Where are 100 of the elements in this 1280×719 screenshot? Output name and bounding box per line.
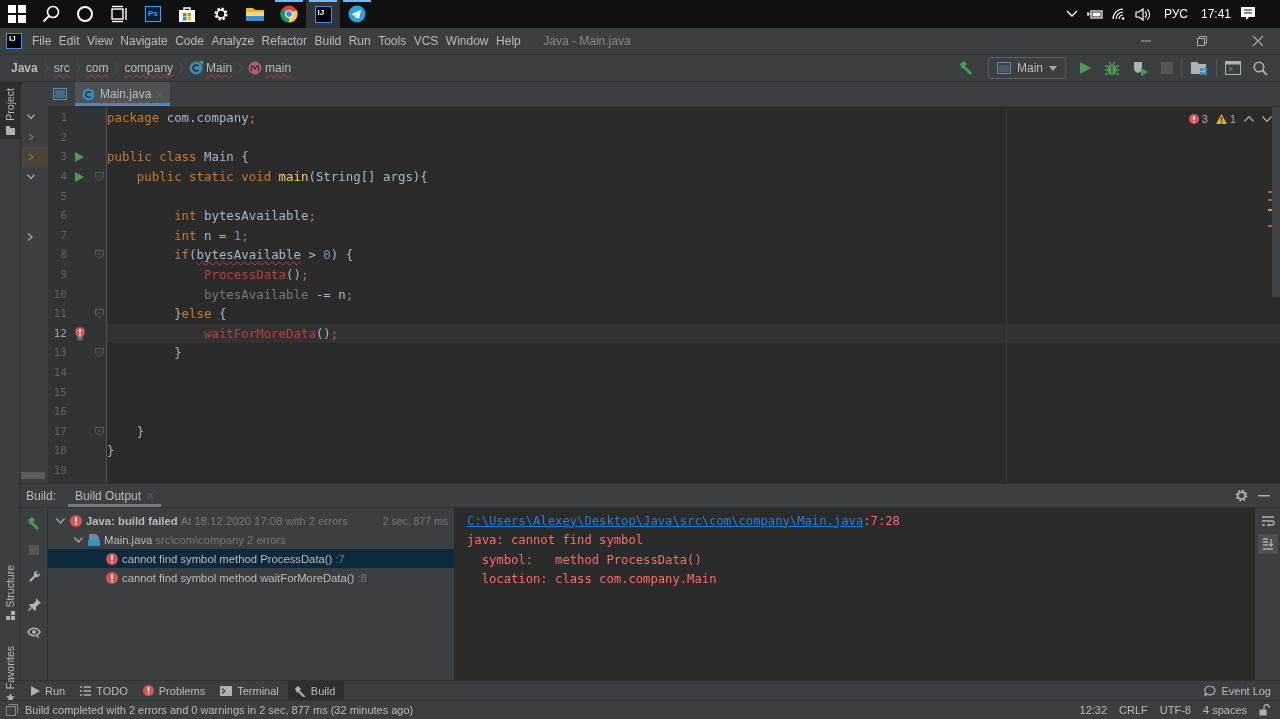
- unlock-icon[interactable]: [1259, 704, 1270, 716]
- scrollbar-thumb[interactable]: [21, 472, 45, 479]
- menu-item[interactable]: Navigate: [120, 34, 168, 48]
- menu-item[interactable]: VCS: [413, 34, 439, 48]
- side-tool-tab[interactable]: Project: [0, 82, 20, 139]
- scroll-to-end-button[interactable]: [1257, 534, 1278, 554]
- shield-run-icon[interactable]: [1132, 60, 1149, 76]
- tree-row[interactable]: cannot find symbol method ProcessData() :7: [48, 549, 454, 568]
- browser-icon[interactable]: [280, 5, 298, 23]
- wifi-icon[interactable]: [1111, 8, 1126, 20]
- fold-marker-icon[interactable]: [94, 426, 104, 436]
- hammer-icon[interactable]: [27, 516, 41, 530]
- menu-item[interactable]: Window: [445, 34, 489, 48]
- run-icon[interactable]: [75, 171, 84, 182]
- menu-item[interactable]: Analyze: [211, 34, 255, 48]
- tool-window-tab[interactable]: Run: [24, 681, 75, 700]
- folder-icon[interactable]: [245, 5, 265, 23]
- paper-plane-icon[interactable]: [348, 5, 366, 23]
- side-tool-tab[interactable]: Structure: [0, 558, 20, 626]
- run-icon[interactable]: [1078, 61, 1092, 75]
- clock[interactable]: 17:41: [1200, 7, 1231, 21]
- eye-icon[interactable]: [27, 626, 41, 638]
- chevron-down-icon[interactable]: [1262, 116, 1272, 122]
- project-view-icon[interactable]: [53, 88, 67, 100]
- method-icon: [248, 61, 263, 75]
- lightbulb-error-icon[interactable]: [74, 326, 85, 340]
- hammer-icon[interactable]: [958, 60, 974, 76]
- run-configuration-dropdown[interactable]: Main: [988, 57, 1066, 79]
- menu-item[interactable]: Code: [175, 34, 204, 48]
- breadcrumb[interactable]: Java: [11, 61, 38, 75]
- fold-marker-icon[interactable]: [94, 309, 104, 319]
- close-icon[interactable]: [1252, 35, 1264, 47]
- tool-window-tab[interactable]: Terminal: [214, 681, 288, 700]
- console-line: java: cannot find symbol: [467, 533, 644, 548]
- caret-position[interactable]: 12:32: [1079, 704, 1108, 716]
- side-tool-tab[interactable]: Favorites: [0, 640, 20, 708]
- fold-marker-icon[interactable]: [94, 250, 104, 260]
- scrollbar-thumb[interactable]: [1272, 107, 1280, 297]
- menu-item[interactable]: Build: [314, 34, 342, 48]
- menu-item[interactable]: Edit: [58, 34, 80, 48]
- menu-item[interactable]: File: [32, 34, 52, 48]
- minimize-icon[interactable]: [1258, 494, 1270, 497]
- project-structure-icon[interactable]: [1190, 60, 1208, 76]
- shopping-bag-icon[interactable]: [178, 5, 196, 23]
- error-count[interactable]: 3: [1188, 113, 1208, 125]
- tree-row[interactable]: cannot find symbol method waitForMoreData() :8: [48, 568, 454, 587]
- code-line: if(bytesAvailable > 0) {: [173, 247, 354, 263]
- menu-item[interactable]: Help: [496, 34, 521, 48]
- windows-logo-icon[interactable]: [8, 5, 26, 23]
- breadcrumb[interactable]: main: [265, 61, 292, 75]
- chevron-down-icon[interactable]: [56, 517, 65, 524]
- settings-icon[interactable]: [212, 5, 230, 23]
- menu-item[interactable]: Tools: [378, 34, 407, 48]
- restore-icon[interactable]: [1196, 35, 1208, 47]
- warning-count[interactable]: 1: [1215, 113, 1236, 125]
- chevron-up-icon[interactable]: [1244, 116, 1254, 122]
- bug-icon[interactable]: [1104, 60, 1120, 76]
- volume-icon[interactable]: [1134, 7, 1151, 21]
- fold-marker-icon[interactable]: [94, 348, 104, 358]
- chevron-down-icon[interactable]: [27, 174, 35, 180]
- breadcrumb[interactable]: src: [53, 61, 70, 75]
- file-tab[interactable]: Main.java: [75, 82, 171, 106]
- chevron-right-icon[interactable]: [27, 233, 33, 241]
- menu-item[interactable]: Run: [348, 34, 371, 48]
- ide-app-icon[interactable]: IJ: [314, 5, 332, 23]
- breadcrumb[interactable]: company: [124, 61, 174, 75]
- panel-toggle-icon[interactable]: [6, 704, 18, 716]
- file-encoding[interactable]: UTF-8: [1159, 704, 1191, 716]
- search-icon[interactable]: [42, 5, 60, 23]
- file-link[interactable]: C:\Users\Alexey\Desktop\Java\src\com\company\Main.java: [467, 513, 864, 528]
- chevron-down-icon[interactable]: [27, 114, 35, 120]
- wrench-icon[interactable]: [27, 570, 41, 583]
- indent-setting[interactable]: 4 spaces: [1202, 704, 1247, 716]
- tree-row[interactable]: Main.java src\com\company 2 errors: [48, 530, 454, 549]
- tool-window-tab[interactable]: TODO: [74, 681, 137, 700]
- warning-icon: [1215, 114, 1227, 124]
- soft-wrap-icon[interactable]: [1260, 516, 1275, 528]
- chevron-right-icon[interactable]: [27, 134, 35, 140]
- panel-tab[interactable]: Build Output: [68, 484, 162, 507]
- run-icon[interactable]: [75, 152, 84, 162]
- line-separator[interactable]: CRLF: [1119, 704, 1148, 716]
- chevron-down-icon[interactable]: [74, 536, 83, 543]
- tool-window-tab[interactable]: Problems: [136, 681, 215, 700]
- event-log-tab[interactable]: Event Log: [1198, 681, 1280, 700]
- console-window-icon[interactable]: [1225, 61, 1241, 75]
- circle-icon[interactable]: [76, 5, 94, 23]
- battery-icon[interactable]: [1086, 8, 1103, 20]
- menu-item[interactable]: Refactor: [261, 34, 307, 48]
- fold-marker-icon[interactable]: [94, 172, 104, 182]
- breadcrumb[interactable]: Main: [206, 61, 233, 75]
- console-text: :7:28: [863, 513, 900, 528]
- tool-window-tab[interactable]: Build: [287, 681, 345, 700]
- error-icon: [1188, 114, 1199, 124]
- pin-icon[interactable]: [27, 598, 41, 611]
- photoshop-app-icon[interactable]: Ps: [145, 6, 161, 22]
- task-view-icon[interactable]: [110, 5, 128, 23]
- notifications-icon[interactable]: [1240, 6, 1256, 22]
- breadcrumb[interactable]: com: [85, 61, 109, 75]
- menu-item[interactable]: View: [87, 34, 113, 48]
- input-language[interactable]: РУС: [1163, 7, 1188, 21]
